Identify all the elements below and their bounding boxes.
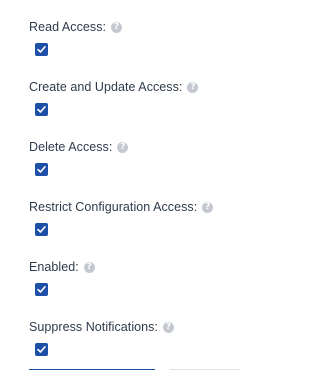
create-update-access-label: Create and Update Access: — [29, 80, 183, 94]
enabled-checkbox[interactable] — [35, 283, 48, 296]
field-create-update-access: Create and Update Access: ? — [29, 78, 267, 138]
primary-button-top-edge[interactable] — [29, 369, 155, 370]
checkmark-icon — [37, 346, 46, 353]
checkmark-icon — [37, 166, 46, 173]
delete-access-label: Delete Access: — [29, 140, 113, 154]
enabled-label: Enabled: — [29, 260, 79, 274]
read-access-checkbox[interactable] — [35, 43, 48, 56]
field-restrict-configuration-access: Restrict Configuration Access: ? — [29, 198, 267, 258]
create-update-access-checkbox[interactable] — [35, 103, 48, 116]
question-circle-icon[interactable]: ? — [117, 141, 129, 153]
question-circle-icon[interactable]: ? — [187, 81, 199, 93]
field-enabled: Enabled: ? — [29, 258, 267, 318]
field-label-row: Delete Access: ? — [29, 138, 129, 156]
checkmark-icon — [37, 46, 46, 53]
delete-access-checkbox[interactable] — [35, 163, 48, 176]
field-label-row: Suppress Notifications: ? — [29, 318, 174, 336]
secondary-button-top-edge[interactable] — [170, 369, 240, 370]
question-circle-icon[interactable]: ? — [111, 21, 123, 33]
question-circle-icon[interactable]: ? — [163, 321, 174, 333]
field-label-row: Read Access: ? — [29, 18, 123, 36]
suppress-notifications-checkbox[interactable] — [35, 343, 48, 356]
checkmark-icon — [37, 286, 46, 293]
field-label-row: Create and Update Access: ? — [29, 78, 199, 96]
restrict-configuration-access-checkbox[interactable] — [35, 223, 48, 236]
checkmark-icon — [37, 106, 46, 113]
field-read-access: Read Access: ? — [29, 18, 267, 78]
suppress-notifications-label: Suppress Notifications: — [29, 320, 158, 334]
field-delete-access: Delete Access: ? — [29, 138, 267, 198]
question-circle-icon[interactable]: ? — [202, 201, 214, 213]
field-label-row: Enabled: ? — [29, 258, 95, 276]
field-label-row: Restrict Configuration Access: ? — [29, 198, 214, 216]
restrict-configuration-access-label: Restrict Configuration Access: — [29, 200, 198, 214]
read-access-label: Read Access: — [29, 20, 107, 34]
checkmark-icon — [37, 226, 46, 233]
question-circle-icon[interactable]: ? — [83, 261, 95, 273]
